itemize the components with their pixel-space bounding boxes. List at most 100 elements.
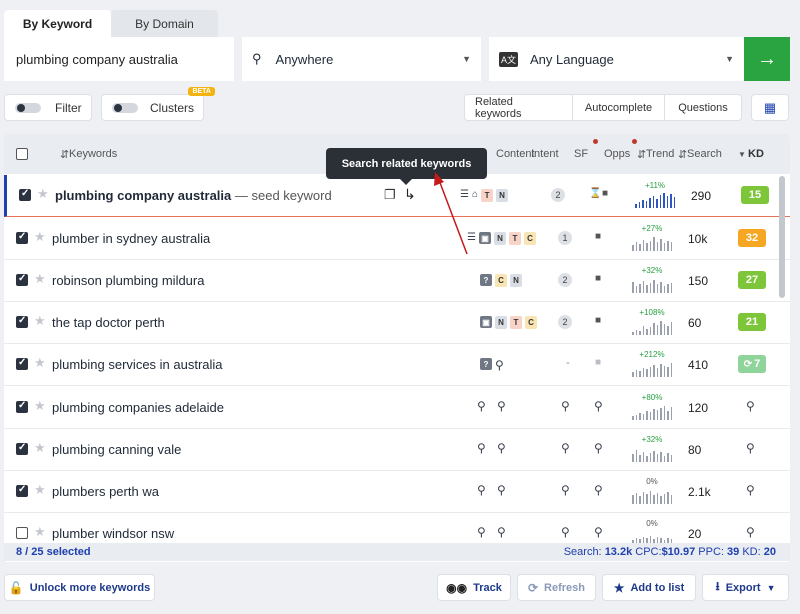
table-row[interactable]: ★ robinson plumbing mildura ? C N 2 ■ +3… (4, 260, 790, 302)
add-to-list-button[interactable]: ★ Add to list (602, 574, 696, 601)
table-row[interactable]: ★ plumber in sydney australia ☰ ▣ N T C … (4, 218, 790, 260)
star-icon[interactable]: ★ (34, 271, 46, 287)
search-icon[interactable]: ⚲ (477, 441, 486, 455)
search-icon[interactable]: ⚲ (561, 441, 570, 455)
keyword-text[interactable]: plumbing companies adelaide (52, 400, 224, 415)
row-checkbox[interactable] (16, 400, 28, 413)
location-select[interactable]: ⚲ Anywhere ▼ (242, 37, 489, 81)
row-checkbox[interactable] (16, 527, 28, 539)
row-checkbox[interactable] (16, 484, 28, 497)
search-volume: 10k (688, 232, 708, 246)
keyword-text[interactable]: plumbers perth wa (52, 484, 159, 499)
export-button[interactable]: ⭳ Export ▼ (702, 574, 789, 601)
intent-navigational-badge: N (496, 189, 509, 202)
keyword-text[interactable]: the tap doctor perth (52, 315, 165, 330)
row-checkbox[interactable] (19, 188, 31, 201)
star-icon[interactable]: ★ (34, 355, 46, 371)
search-icon[interactable]: ⚲ (594, 525, 603, 539)
search-icon[interactable]: ⚲ (477, 525, 486, 539)
trend-percent: +108% (639, 308, 665, 317)
columns-button[interactable]: ▦ (751, 94, 789, 121)
search-icon[interactable]: ⚲ (746, 525, 755, 539)
search-icon[interactable]: ⚲ (477, 483, 486, 497)
binoculars-icon: ◉◉ (446, 580, 468, 595)
table-row[interactable]: ★ plumbing companies adelaide ⚲ ⚲ ⚲ ⚲ +8… (4, 387, 790, 429)
chevron-down-icon: ▼ (725, 54, 734, 64)
search-icon[interactable]: ⚲ (497, 399, 506, 413)
header-sf[interactable]: SF (574, 148, 588, 160)
refresh-button[interactable]: ⟳ Refresh (517, 574, 596, 601)
autocomplete-button[interactable]: Autocomplete (573, 95, 665, 120)
search-icon[interactable]: ⚲ (477, 399, 486, 413)
copy-icon[interactable]: ❐ (384, 187, 396, 203)
star-icon[interactable]: ★ (34, 313, 46, 329)
keyword-text[interactable]: plumbing services in australia (52, 357, 223, 372)
header-keywords[interactable]: Keywords (69, 148, 117, 160)
row-checkbox[interactable] (16, 357, 28, 370)
tab-by-keyword[interactable]: By Keyword (4, 10, 111, 38)
header-content[interactable]: Content (496, 148, 535, 160)
language-select[interactable]: A文 Any Language ▼ (489, 37, 744, 81)
add-label: Add to list (630, 581, 685, 594)
row-checkbox[interactable] (16, 273, 28, 286)
search-icon[interactable]: ⚲ (594, 399, 603, 413)
table-row[interactable]: ★ plumbing canning vale ⚲ ⚲ ⚲ ⚲ +32% 80 … (4, 429, 790, 471)
table-row[interactable]: ★ plumbers perth wa ⚲ ⚲ ⚲ ⚲ 0% 2.1k ⚲ (4, 471, 790, 513)
intent-transactional-badge: T (510, 316, 522, 329)
questions-button[interactable]: Questions (665, 95, 741, 120)
keyword-text[interactable]: plumbing canning vale (52, 442, 181, 457)
search-icon[interactable]: ⚲ (561, 399, 570, 413)
search-icon[interactable]: ⚲ (495, 358, 504, 372)
keyword-input[interactable]: plumbing company australia (4, 37, 242, 81)
search-icon[interactable]: ⚲ (561, 525, 570, 539)
search-icon[interactable]: ⚲ (746, 483, 755, 497)
star-icon[interactable]: ★ (34, 524, 46, 540)
keyword-text[interactable]: plumber in sydney australia (52, 231, 210, 246)
header-intent[interactable]: Intent (531, 148, 559, 160)
track-button[interactable]: ◉◉ Track (437, 574, 511, 601)
search-icon[interactable]: ⚲ (594, 441, 603, 455)
star-icon[interactable]: ★ (34, 482, 46, 498)
search-icon[interactable]: ⚲ (497, 483, 506, 497)
search-go-button[interactable]: → (744, 37, 790, 81)
keyword-text[interactable]: robinson plumbing mildura (52, 273, 204, 288)
star-icon: ★ (613, 580, 625, 595)
keyword-text[interactable]: plumber windsor nsw (52, 526, 174, 541)
intent-transactional-badge: T (481, 189, 494, 202)
related-arrow-icon[interactable]: ↳ (404, 186, 416, 203)
table-row[interactable]: ★ plumbing company australia — seed keyw… (4, 175, 790, 217)
unlock-keywords-button[interactable]: 🔓 Unlock more keywords (4, 574, 155, 601)
star-icon[interactable]: ★ (34, 440, 46, 456)
notification-dot (593, 139, 598, 144)
header-search[interactable]: Search (687, 148, 722, 160)
search-icon[interactable]: ⚲ (497, 441, 506, 455)
search-icon[interactable]: ⚲ (746, 399, 755, 413)
header-trend[interactable]: Trend (646, 148, 674, 160)
row-checkbox[interactable] (16, 315, 28, 328)
header-opps[interactable]: Opps (604, 148, 630, 160)
star-icon[interactable]: ★ (34, 398, 46, 414)
search-icon[interactable]: ⚲ (497, 525, 506, 539)
toggle-switch[interactable] (112, 102, 138, 113)
select-all-checkbox[interactable] (16, 148, 28, 160)
row-checkbox[interactable] (16, 231, 28, 244)
tab-by-domain[interactable]: By Domain (111, 10, 218, 38)
star-icon[interactable]: ★ (34, 229, 46, 245)
search-icon[interactable]: ⚲ (746, 441, 755, 455)
keyword-cell[interactable]: plumbing company australia — seed keywor… (55, 188, 332, 203)
search-icon[interactable]: ⚲ (561, 483, 570, 497)
table-row[interactable]: ★ plumbing services in australia ? ⚲ - ■… (4, 344, 790, 386)
table-scrollbar[interactable] (779, 176, 785, 298)
related-keywords-button[interactable]: Related keywords (465, 95, 573, 120)
trend-sparkline (629, 277, 675, 293)
row-checkbox[interactable] (16, 442, 28, 455)
star-icon[interactable]: ★ (37, 186, 49, 202)
trend-sparkline (629, 319, 675, 335)
clusters-toggle[interactable]: Clusters BETA (101, 87, 215, 121)
chevron-down-icon: ▼ (766, 582, 776, 593)
header-kd[interactable]: KD (748, 148, 764, 160)
filter-toggle[interactable]: Filter (4, 94, 92, 121)
search-icon[interactable]: ⚲ (594, 483, 603, 497)
toggle-switch[interactable] (15, 102, 41, 113)
table-row[interactable]: ★ the tap doctor perth ▣ N T C 2 ■ +108%… (4, 302, 790, 344)
